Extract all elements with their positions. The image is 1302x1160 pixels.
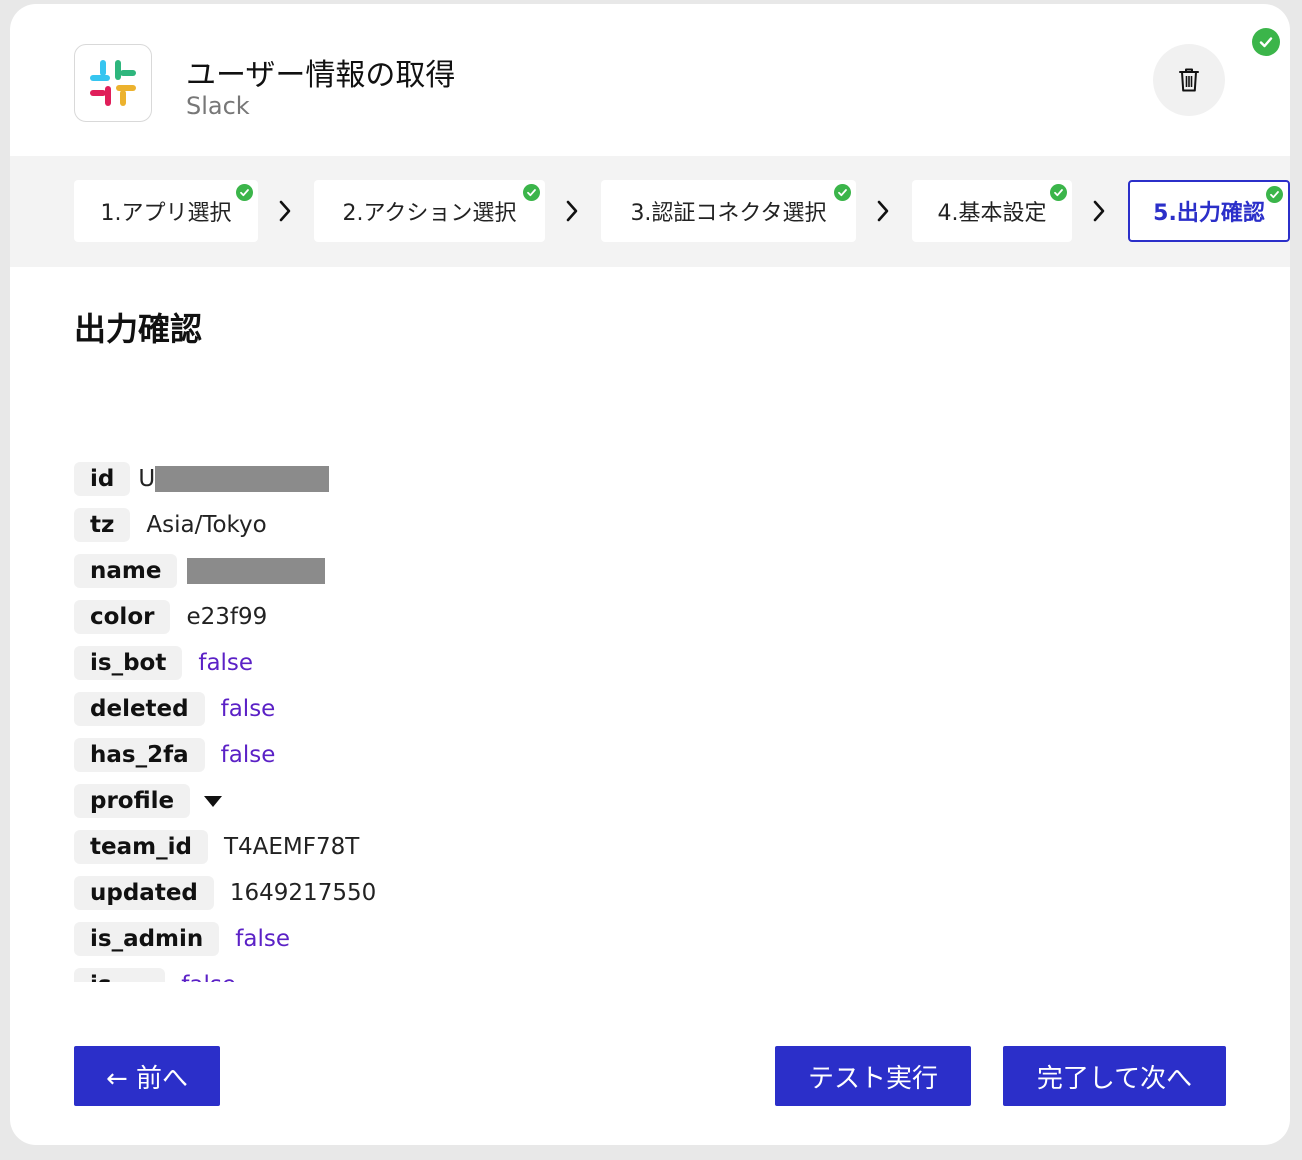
back-button[interactable]: ← 前へ [74,1046,220,1106]
step-check-icon [834,184,851,201]
chevron-right-icon [1093,200,1105,222]
step-check-icon [523,184,540,201]
output-key: tz [74,508,131,542]
output-key: profile [74,784,191,818]
output-row-is-admin: is_admin false [74,922,290,956]
output-row-team-id: team_id T4AEMF78T [74,830,359,864]
trash-icon [1179,68,1199,92]
delete-button[interactable] [1153,44,1225,116]
action-title: ユーザー情報の取得 [186,58,456,93]
action-card: ユーザー情報の取得 Slack 1.アプリ選択 2.アクション選択 3.認証コネ… [10,4,1290,1145]
step-connector-select[interactable]: 3.認証コネクタ選択 [601,180,856,242]
step-action-select[interactable]: 2.アクション選択 [314,180,545,242]
output-key: updated [74,876,214,910]
output-value: Asia/Tokyo [146,512,267,538]
output-row-id: id U [74,462,330,496]
step-app-select[interactable]: 1.アプリ選択 [74,180,258,242]
output-value: false [220,696,276,722]
output-key: id [74,462,131,496]
step-basic-settings[interactable]: 4.基本設定 [912,180,1072,242]
output-row-has-2fa: has_2fa false [74,738,275,772]
app-name: Slack [186,92,250,120]
output-key: color [74,600,171,634]
step-progress: 1.アプリ選択 2.アクション選択 3.認証コネクタ選択 4.基本設定 5.出力… [10,156,1290,267]
output-value: T4AEMF78T [223,834,360,860]
output-key: name [74,554,178,588]
output-value: false [181,972,236,982]
output-row-deleted: deleted false [74,692,275,726]
step-label: 1.アプリ選択 [100,201,232,226]
step-label: 5.出力確認 [1153,201,1265,226]
output-key: is_... [74,968,166,982]
output-value: e23f99 [186,604,268,630]
output-value: U [138,466,156,492]
completed-check-icon [1252,28,1280,56]
chevron-right-icon [279,200,291,222]
output-value: false [198,650,254,676]
step-check-icon [1266,186,1283,203]
redacted-value [155,466,330,492]
step-output-confirm[interactable]: 5.出力確認 [1128,180,1290,242]
output-key: deleted [74,692,205,726]
output-value: false [220,742,276,768]
output-key: is_admin [74,922,220,956]
output-key: has_2fa [74,738,205,772]
output-value: 1649217550 [229,880,377,906]
output-key: team_id [74,830,208,864]
step-label: 3.認証コネクタ選択 [630,201,827,226]
output-row-is-bot: is_bot false [74,646,253,680]
output-list[interactable]: id U tz Asia/Tokyo name color e23f99 is_… [74,462,774,982]
output-row-tz: tz Asia/Tokyo [74,508,267,542]
test-run-button[interactable]: テスト実行 [775,1046,971,1106]
output-row-profile[interactable]: profile [74,784,223,818]
step-check-icon [1050,184,1067,201]
complete-next-button[interactable]: 完了して次へ [1003,1046,1226,1106]
output-value: false [235,926,291,952]
step-check-icon [236,184,253,201]
step-label: 4.基本設定 [937,201,1047,226]
step-label: 2.アクション選択 [342,201,517,226]
output-row-partial: is_... false [74,968,236,982]
redacted-value [187,558,326,584]
output-row-name: name [74,554,326,588]
output-row-updated: updated 1649217550 [74,876,376,910]
section-title: 出力確認 [74,310,203,348]
chevron-right-icon [877,200,889,222]
slack-logo-icon [74,44,152,122]
caret-down-icon[interactable] [204,795,223,807]
output-row-color: color e23f99 [74,600,267,634]
chevron-right-icon [566,200,578,222]
output-key: is_bot [74,646,183,680]
